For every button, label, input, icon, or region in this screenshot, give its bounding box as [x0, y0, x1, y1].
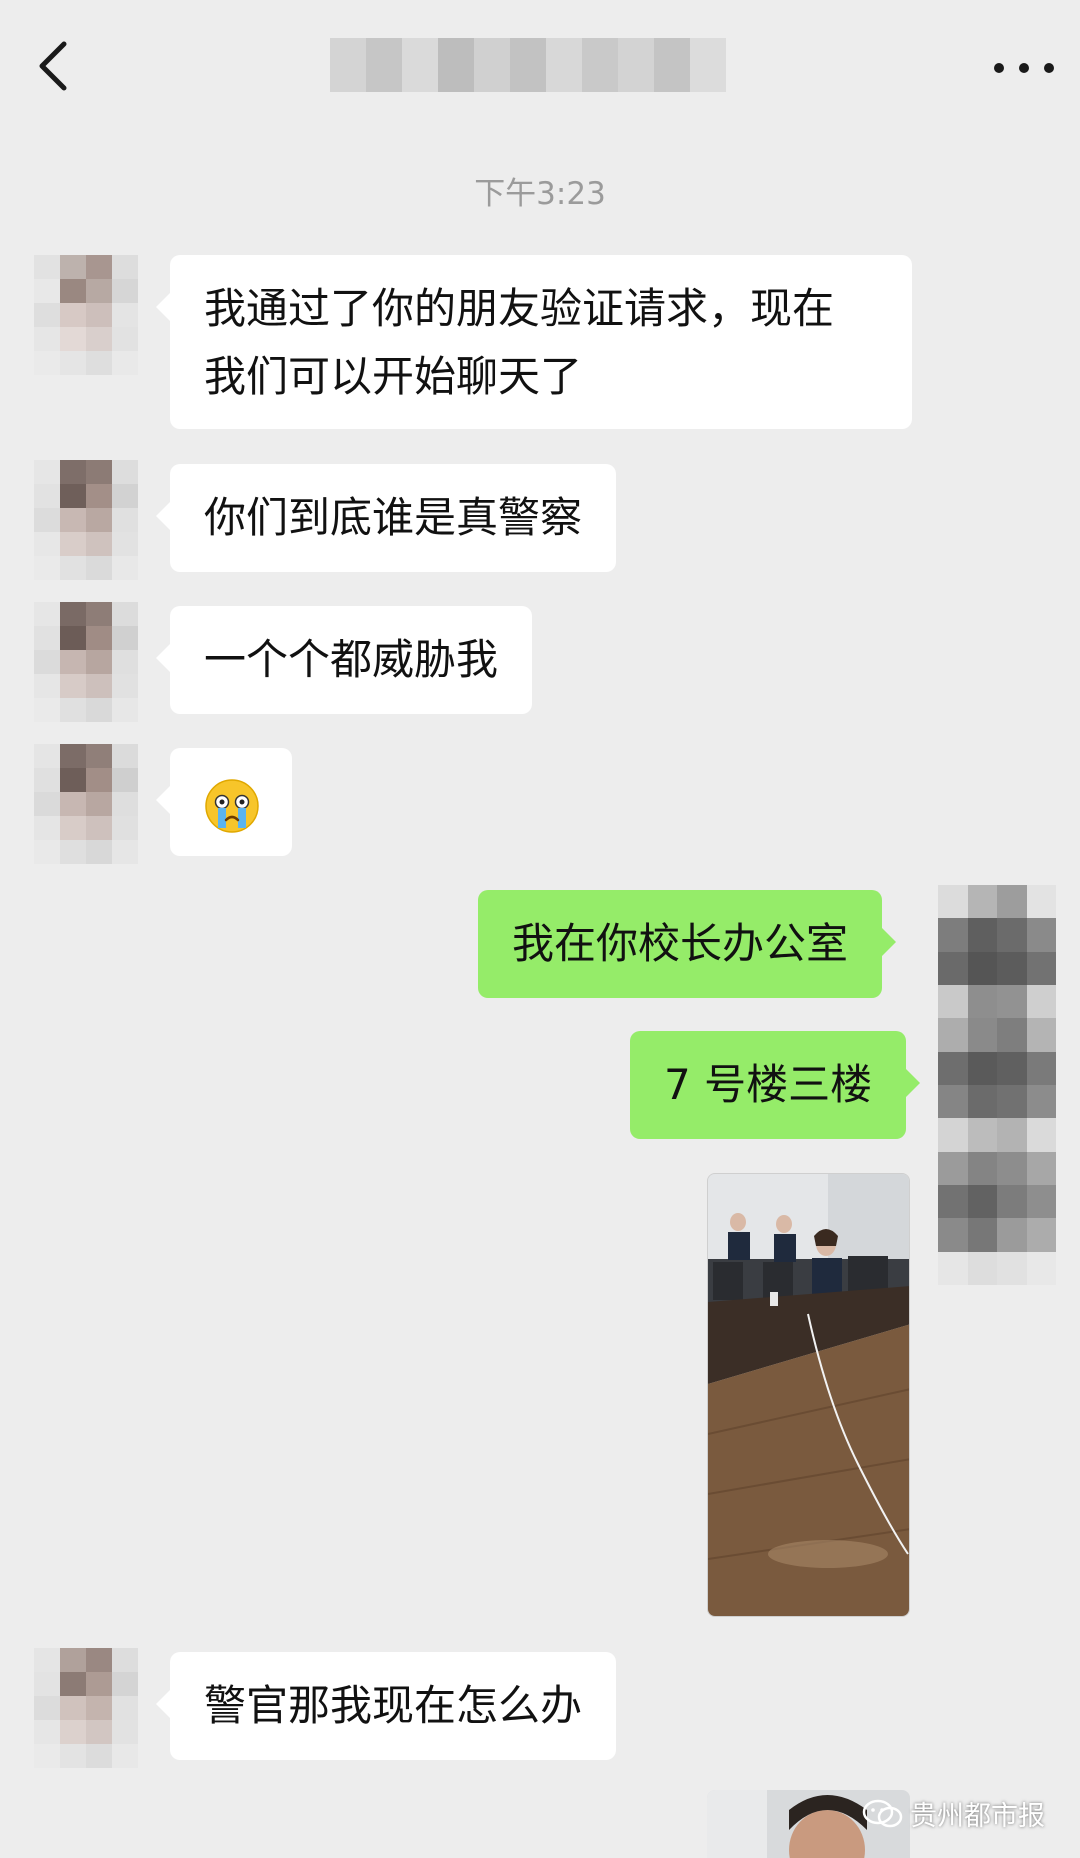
outgoing-message-bubble[interactable]: 7 号楼三楼	[630, 1031, 921, 1139]
office-photo-illustration	[708, 1174, 909, 1616]
chevron-left-icon[interactable]	[30, 36, 80, 96]
ellipsis-icon[interactable]	[994, 48, 1054, 88]
outgoing-message-bubble[interactable]: 我在你校长办公室	[478, 890, 897, 998]
contact-avatar[interactable]	[34, 602, 138, 722]
incoming-message-bubble[interactable]: 一个个都威胁我	[155, 606, 533, 714]
wechat-official-account-icon	[862, 1799, 903, 1827]
message-text: 我在你校长办公室	[512, 919, 849, 968]
incoming-message-bubble[interactable]: 我通过了你的朋友验证请求，现在 我们可以开始聊天了	[156, 255, 912, 429]
message-text-line: 我通过了你的朋友验证请求，现在	[204, 284, 835, 333]
contact-avatar[interactable]	[34, 460, 138, 580]
incoming-message-bubble[interactable]: 警官那我现在怎么办	[155, 1652, 617, 1760]
crying-face-emoji	[205, 779, 259, 833]
office-photo[interactable]	[707, 1173, 910, 1617]
chat-title-redacted	[330, 38, 726, 92]
incoming-message-bubble[interactable]: 你们到底谁是真警察	[155, 464, 617, 572]
contact-avatar[interactable]	[34, 1648, 138, 1768]
message-text-line: 我们可以开始聊天了	[204, 352, 583, 401]
message-text: 7 号楼三楼	[664, 1060, 873, 1109]
message-text: 一个个都威胁我	[204, 635, 499, 684]
message-timestamp: 下午3:23	[474, 176, 606, 212]
chat-header	[0, 0, 1080, 132]
contact-avatar[interactable]	[34, 744, 138, 864]
contact-avatar[interactable]	[34, 255, 138, 375]
watermark-text: 贵州都市报	[910, 1801, 1045, 1832]
message-text: 你们到底谁是真警察	[204, 493, 583, 542]
watermark: 贵州都市报	[862, 1794, 1045, 1833]
message-text: 警官那我现在怎么办	[204, 1681, 583, 1730]
own-avatar[interactable]	[938, 885, 1056, 1285]
